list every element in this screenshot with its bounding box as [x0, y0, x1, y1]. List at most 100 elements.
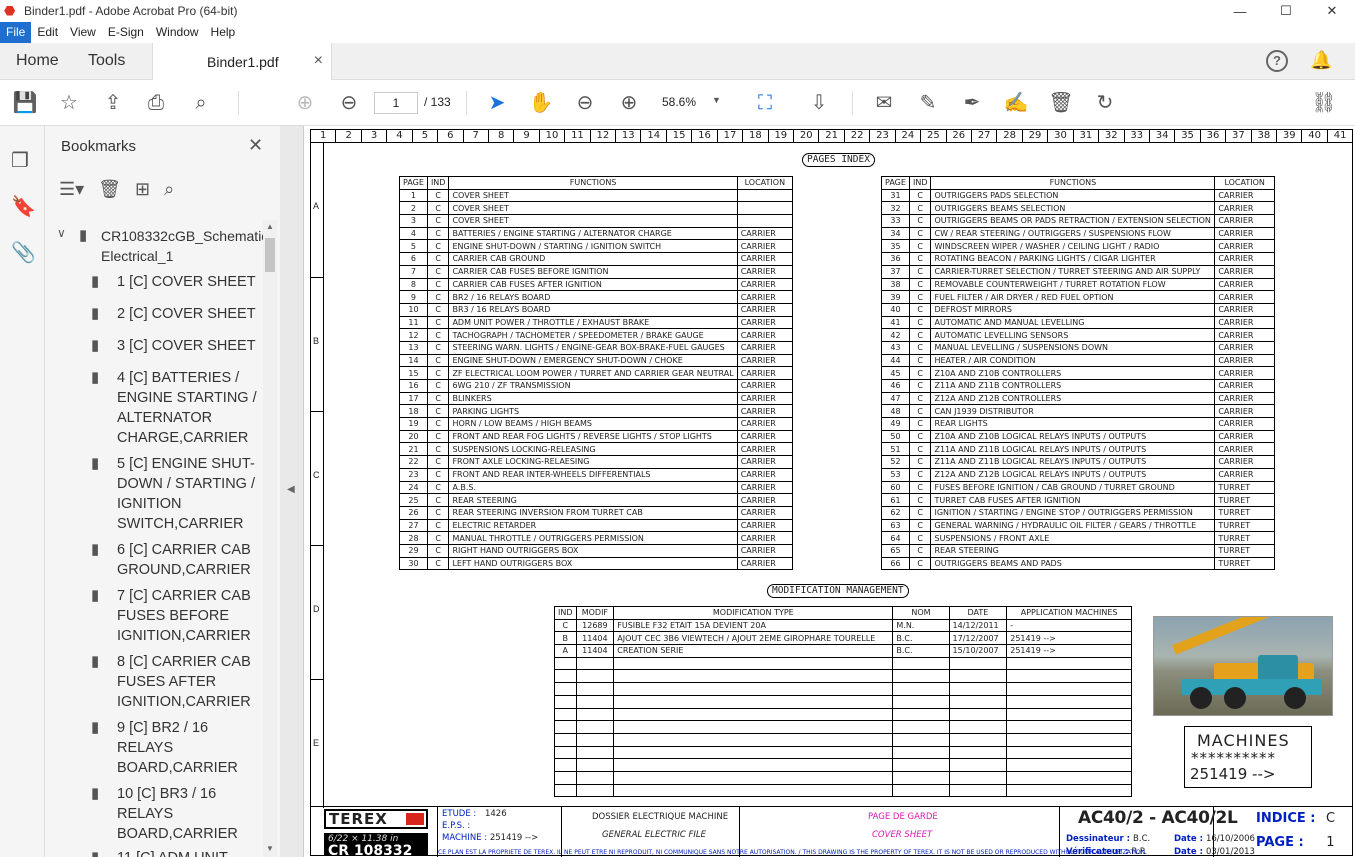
table-row: 9 C BR2 / 16 RELAYS BOARD CARRIER	[399, 290, 794, 304]
close-window-button[interactable]: ✕	[1309, 0, 1355, 22]
ruler-column: 39	[1277, 130, 1303, 142]
table-row: 2 C COVER SHEET	[399, 201, 794, 216]
zoom-dropdown-icon[interactable]: ▼	[712, 95, 721, 105]
zoom-level[interactable]: 58.6%	[662, 95, 696, 109]
table-row: 11 C ADM UNIT POWER / THROTTLE / EXHAUST B…	[399, 315, 794, 330]
collapse-panel-icon[interactable]: ◀	[287, 484, 295, 495]
table-row: 38 C REMOVABLE COUNTERWEIGHT / TURRET ROTA…	[881, 277, 1275, 292]
table-row: 40 C DEFROST MIRRORS CARRIER	[881, 302, 1275, 317]
ruler-column: 33	[1125, 130, 1150, 142]
scroll-down-icon[interactable]: ▼	[266, 844, 274, 853]
document-view[interactable]: 1 2 3 4 5 6 7 8 9 10 11 12 13 14 15 16 17 18 19 20 21 22 23 24 2…	[305, 126, 1355, 857]
options-menu-icon[interactable]: ☰▾	[59, 179, 84, 200]
table-row-empty	[554, 758, 1132, 772]
bookmark-panel-icon[interactable]: 🔖	[11, 194, 36, 219]
ruler-column: 1	[311, 130, 337, 142]
draw-icon[interactable]: ✒	[959, 91, 985, 115]
table-row-empty	[554, 720, 1132, 734]
tab-tools[interactable]: Tools	[88, 52, 125, 70]
table-row: 4 C BATTERIES / ENGINE STARTING / ALTERNAT…	[399, 226, 794, 241]
table-row: 51 C Z11A AND Z11B LOGICAL RELAYS INPUTS /…	[881, 442, 1275, 457]
table-row: 60 C FUSES BEFORE IGNITION / CAB GROUND / …	[881, 480, 1275, 495]
hand-tool-icon[interactable]: ✋	[528, 91, 554, 115]
edit-text-icon[interactable]: ✍	[1003, 91, 1029, 115]
zoom-out-icon[interactable]: ⊖	[572, 91, 598, 115]
ruler-column: 19	[769, 130, 795, 142]
menu-esign[interactable]: E-Sign	[102, 22, 150, 43]
pages-icon[interactable]: ❐	[11, 148, 29, 173]
fit-page-icon[interactable]: ⛶	[752, 91, 778, 115]
comment-icon[interactable]: ✉	[871, 91, 897, 115]
table-row: 50 C Z10A AND Z10B LOGICAL RELAYS INPUTS /…	[881, 429, 1275, 444]
table-row: 35 C WINDSCREEN WIPER / WASHER / CEILING L…	[881, 239, 1275, 254]
table-row: 48 C CAN J1939 DISTRIBUTOR CARRIER	[881, 404, 1275, 419]
table-row: 49 C REAR LIGHTS CARRIER	[881, 417, 1275, 431]
close-tab-icon[interactable]: ×	[314, 52, 323, 70]
next-page-icon[interactable]: ⊖	[336, 91, 362, 115]
close-panel-icon[interactable]: ✕	[248, 135, 263, 156]
zoom-in-icon[interactable]: ⊕	[616, 91, 642, 115]
tab-document[interactable]: Binder1.pdf ×	[152, 43, 332, 80]
rotate-icon[interactable]: ↻	[1092, 91, 1118, 115]
maximize-button[interactable]: ☐	[1263, 0, 1309, 22]
bell-icon[interactable]: 🔔	[1310, 50, 1332, 71]
select-cursor-icon[interactable]: ➤	[484, 91, 510, 115]
menu-help[interactable]: Help	[205, 22, 242, 43]
scroll-up-icon[interactable]: ▲	[266, 222, 274, 231]
table-row: 17 C BLINKERS CARRIER	[399, 391, 794, 406]
bookmark-search-icon[interactable]: ⌕	[164, 179, 174, 200]
page-number-input[interactable]: 1	[374, 92, 418, 114]
highlight-icon[interactable]: ✎	[915, 91, 941, 115]
table-row-empty	[554, 745, 1132, 760]
delete-icon[interactable]: 🗑	[1048, 91, 1074, 115]
table-row: 1 C COVER SHEET	[399, 188, 794, 203]
ruler-column: 17	[718, 130, 744, 142]
table-row-empty	[554, 694, 1132, 709]
menu-view[interactable]: View	[64, 22, 102, 43]
ruler-column: 10	[540, 130, 566, 142]
table-row: 61 C TURRET CAB FUSES AFTER IGNITION TURRET	[881, 493, 1275, 507]
table-row: 20 C FRONT AND REAR FOG LIGHTS / REVERSE L…	[399, 429, 794, 444]
table-row: 34 C CW / REAR STEERING / OUTRIGGERS / SUS…	[881, 226, 1275, 241]
save-icon[interactable]: 💾	[12, 91, 38, 115]
minimize-button[interactable]: —	[1217, 0, 1263, 22]
attachment-icon[interactable]: 📎	[11, 240, 36, 265]
tab-home[interactable]: Home	[16, 52, 59, 70]
machines-box: MACHINES ********** 251419 -->	[1184, 726, 1312, 788]
new-bookmark-icon[interactable]: ⊞	[135, 179, 150, 200]
chevron-down-icon[interactable]: ∨	[57, 226, 66, 240]
table-row-empty	[554, 732, 1132, 747]
menu-edit[interactable]: Edit	[31, 22, 64, 43]
star-icon[interactable]: ☆	[56, 91, 82, 115]
ruler-column: 4	[387, 130, 413, 142]
previous-page-icon[interactable]: ⊕	[292, 91, 318, 115]
main-toolbar: 💾 ☆ ⇪ ⎙ ⌕ ⊕ ⊖ 1 / 133 ➤ ✋ ⊖ ⊕ 58.6% ▼ ⛶ …	[0, 81, 1355, 126]
menu-window[interactable]: Window	[150, 22, 205, 43]
ruler-column: 8	[489, 130, 515, 142]
table-row: 29 C RIGHT HAND OUTRIGGERS BOX CARRIER	[399, 543, 794, 558]
table-row: 33 C OUTRIGGERS BEAMS OR PADS RETRACTION /…	[881, 214, 1275, 228]
scroll-thumb[interactable]	[265, 238, 275, 272]
menu-bar: File Edit View E-Sign Window Help	[0, 22, 1355, 43]
upload-cloud-icon[interactable]: ⇪	[100, 91, 126, 115]
help-icon[interactable]: ?	[1266, 50, 1288, 72]
delete-bookmark-icon[interactable]: 🗑	[98, 179, 121, 200]
column-ruler: 1 2 3 4 5 6 7 8 9 10 11 12 13 14 15 16 17 18 19 20 21 22 23 24 2…	[310, 129, 1353, 143]
ruler-column: 5	[413, 130, 439, 142]
panel-splitter[interactable]: ◀	[280, 126, 304, 857]
title-block: TEREX 6/22 × 11.38 in CR 108332 ETUDE : 1…	[310, 806, 1353, 857]
ruler-column: 12	[591, 130, 617, 142]
menu-file[interactable]: File	[0, 22, 32, 43]
tab-document-label: Binder1.pdf	[207, 54, 279, 70]
bookmarks-panel: Bookmarks ✕ ☰▾ 🗑 ⊞ ⌕ ∨ ▮ CR108332cGB_Sch…	[45, 126, 280, 857]
print-icon[interactable]: ⎙	[143, 91, 169, 115]
ruler-column: 38	[1252, 130, 1278, 142]
table-row: 10 C BR3 / 16 RELAYS BOARD CARRIER	[399, 302, 794, 317]
search-icon[interactable]: ⌕	[188, 91, 214, 115]
table-row: 6 C CARRIER CAB GROUND CARRIER	[399, 252, 794, 266]
share-link-icon[interactable]: ⛓	[1311, 91, 1337, 115]
scroll-mode-icon[interactable]: ⇩	[806, 91, 832, 115]
bookmarks-scrollbar[interactable]: ▲ ▼	[263, 220, 277, 857]
table-row-empty	[554, 682, 1132, 696]
ruler-column: 36	[1201, 130, 1227, 142]
